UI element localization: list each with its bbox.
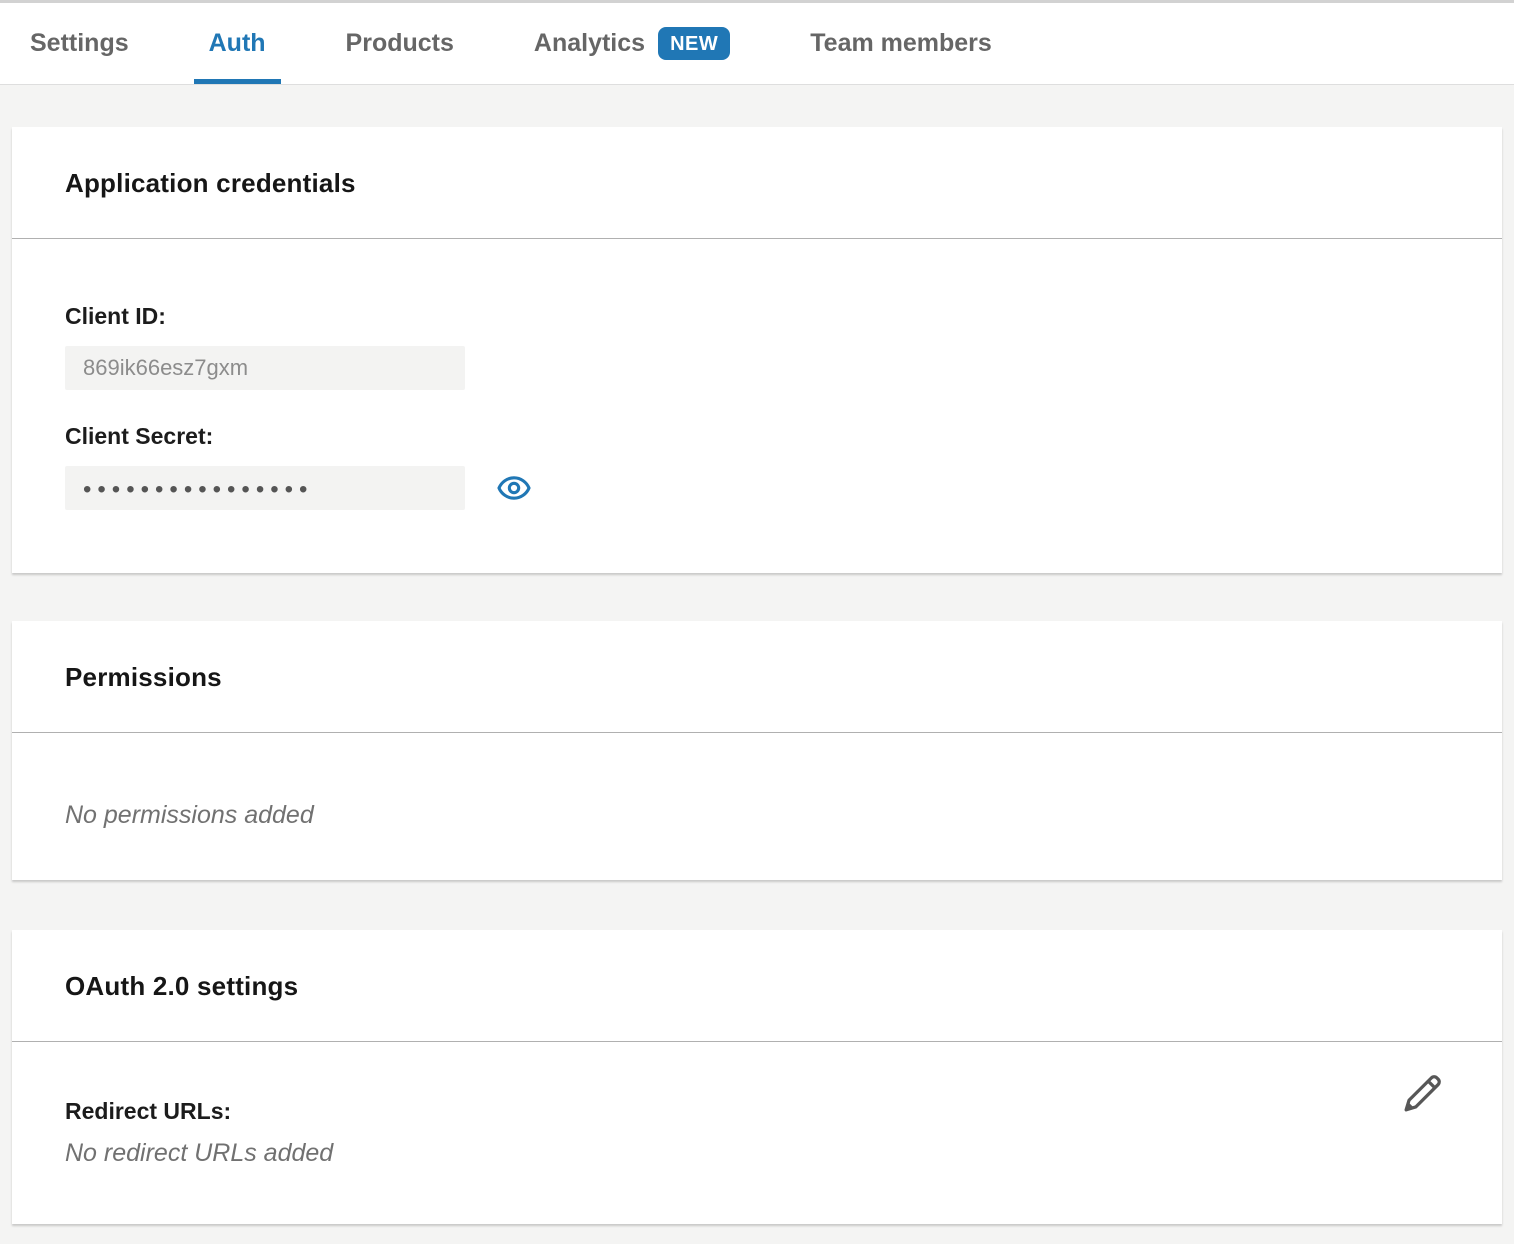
client-id-label: Client ID: <box>65 303 1449 330</box>
permissions-card: Permissions No permissions added <box>12 621 1502 880</box>
new-badge: NEW <box>658 27 730 60</box>
application-credentials-body: Client ID: Client Secret: <box>12 239 1502 573</box>
no-permissions-text: No permissions added <box>65 801 1449 830</box>
tab-auth-label: Auth <box>209 29 266 58</box>
application-credentials-card: Application credentials Client ID: Clien… <box>12 127 1502 573</box>
tab-auth[interactable]: Auth <box>194 3 281 84</box>
pencil-icon <box>1400 1070 1446 1116</box>
edit-redirect-urls-button[interactable] <box>1400 1070 1446 1116</box>
tab-analytics-label: Analytics <box>534 29 645 58</box>
oauth-settings-title: OAuth 2.0 settings <box>65 971 298 1001</box>
client-secret-field[interactable] <box>65 466 465 510</box>
tab-products[interactable]: Products <box>331 3 469 84</box>
application-credentials-title: Application credentials <box>65 168 356 198</box>
redirect-urls-label: Redirect URLs: <box>65 1098 1449 1125</box>
eye-icon <box>497 471 531 505</box>
tab-team-members-label: Team members <box>810 29 992 58</box>
permissions-title: Permissions <box>65 662 222 692</box>
tab-team-members[interactable]: Team members <box>795 3 1007 84</box>
oauth-settings-header: OAuth 2.0 settings <box>12 930 1502 1042</box>
application-credentials-header: Application credentials <box>12 127 1502 239</box>
client-secret-label: Client Secret: <box>65 423 1449 450</box>
no-redirect-urls-text: No redirect URLs added <box>65 1139 1449 1168</box>
tab-analytics[interactable]: Analytics NEW <box>519 3 745 84</box>
page-content: Application credentials Client ID: Clien… <box>0 127 1514 1224</box>
permissions-header: Permissions <box>12 621 1502 733</box>
oauth-settings-card: OAuth 2.0 settings Redirect URLs: No red… <box>12 930 1502 1224</box>
client-secret-row <box>65 466 1449 510</box>
oauth-settings-body: Redirect URLs: No redirect URLs added <box>12 1042 1502 1224</box>
permissions-body: No permissions added <box>12 733 1502 880</box>
tab-settings[interactable]: Settings <box>15 3 144 84</box>
client-id-field[interactable] <box>65 346 465 390</box>
tab-bar: Settings Auth Products Analytics NEW Tea… <box>0 0 1514 85</box>
reveal-secret-button[interactable] <box>497 471 531 505</box>
tab-settings-label: Settings <box>30 29 129 58</box>
tab-products-label: Products <box>346 29 454 58</box>
